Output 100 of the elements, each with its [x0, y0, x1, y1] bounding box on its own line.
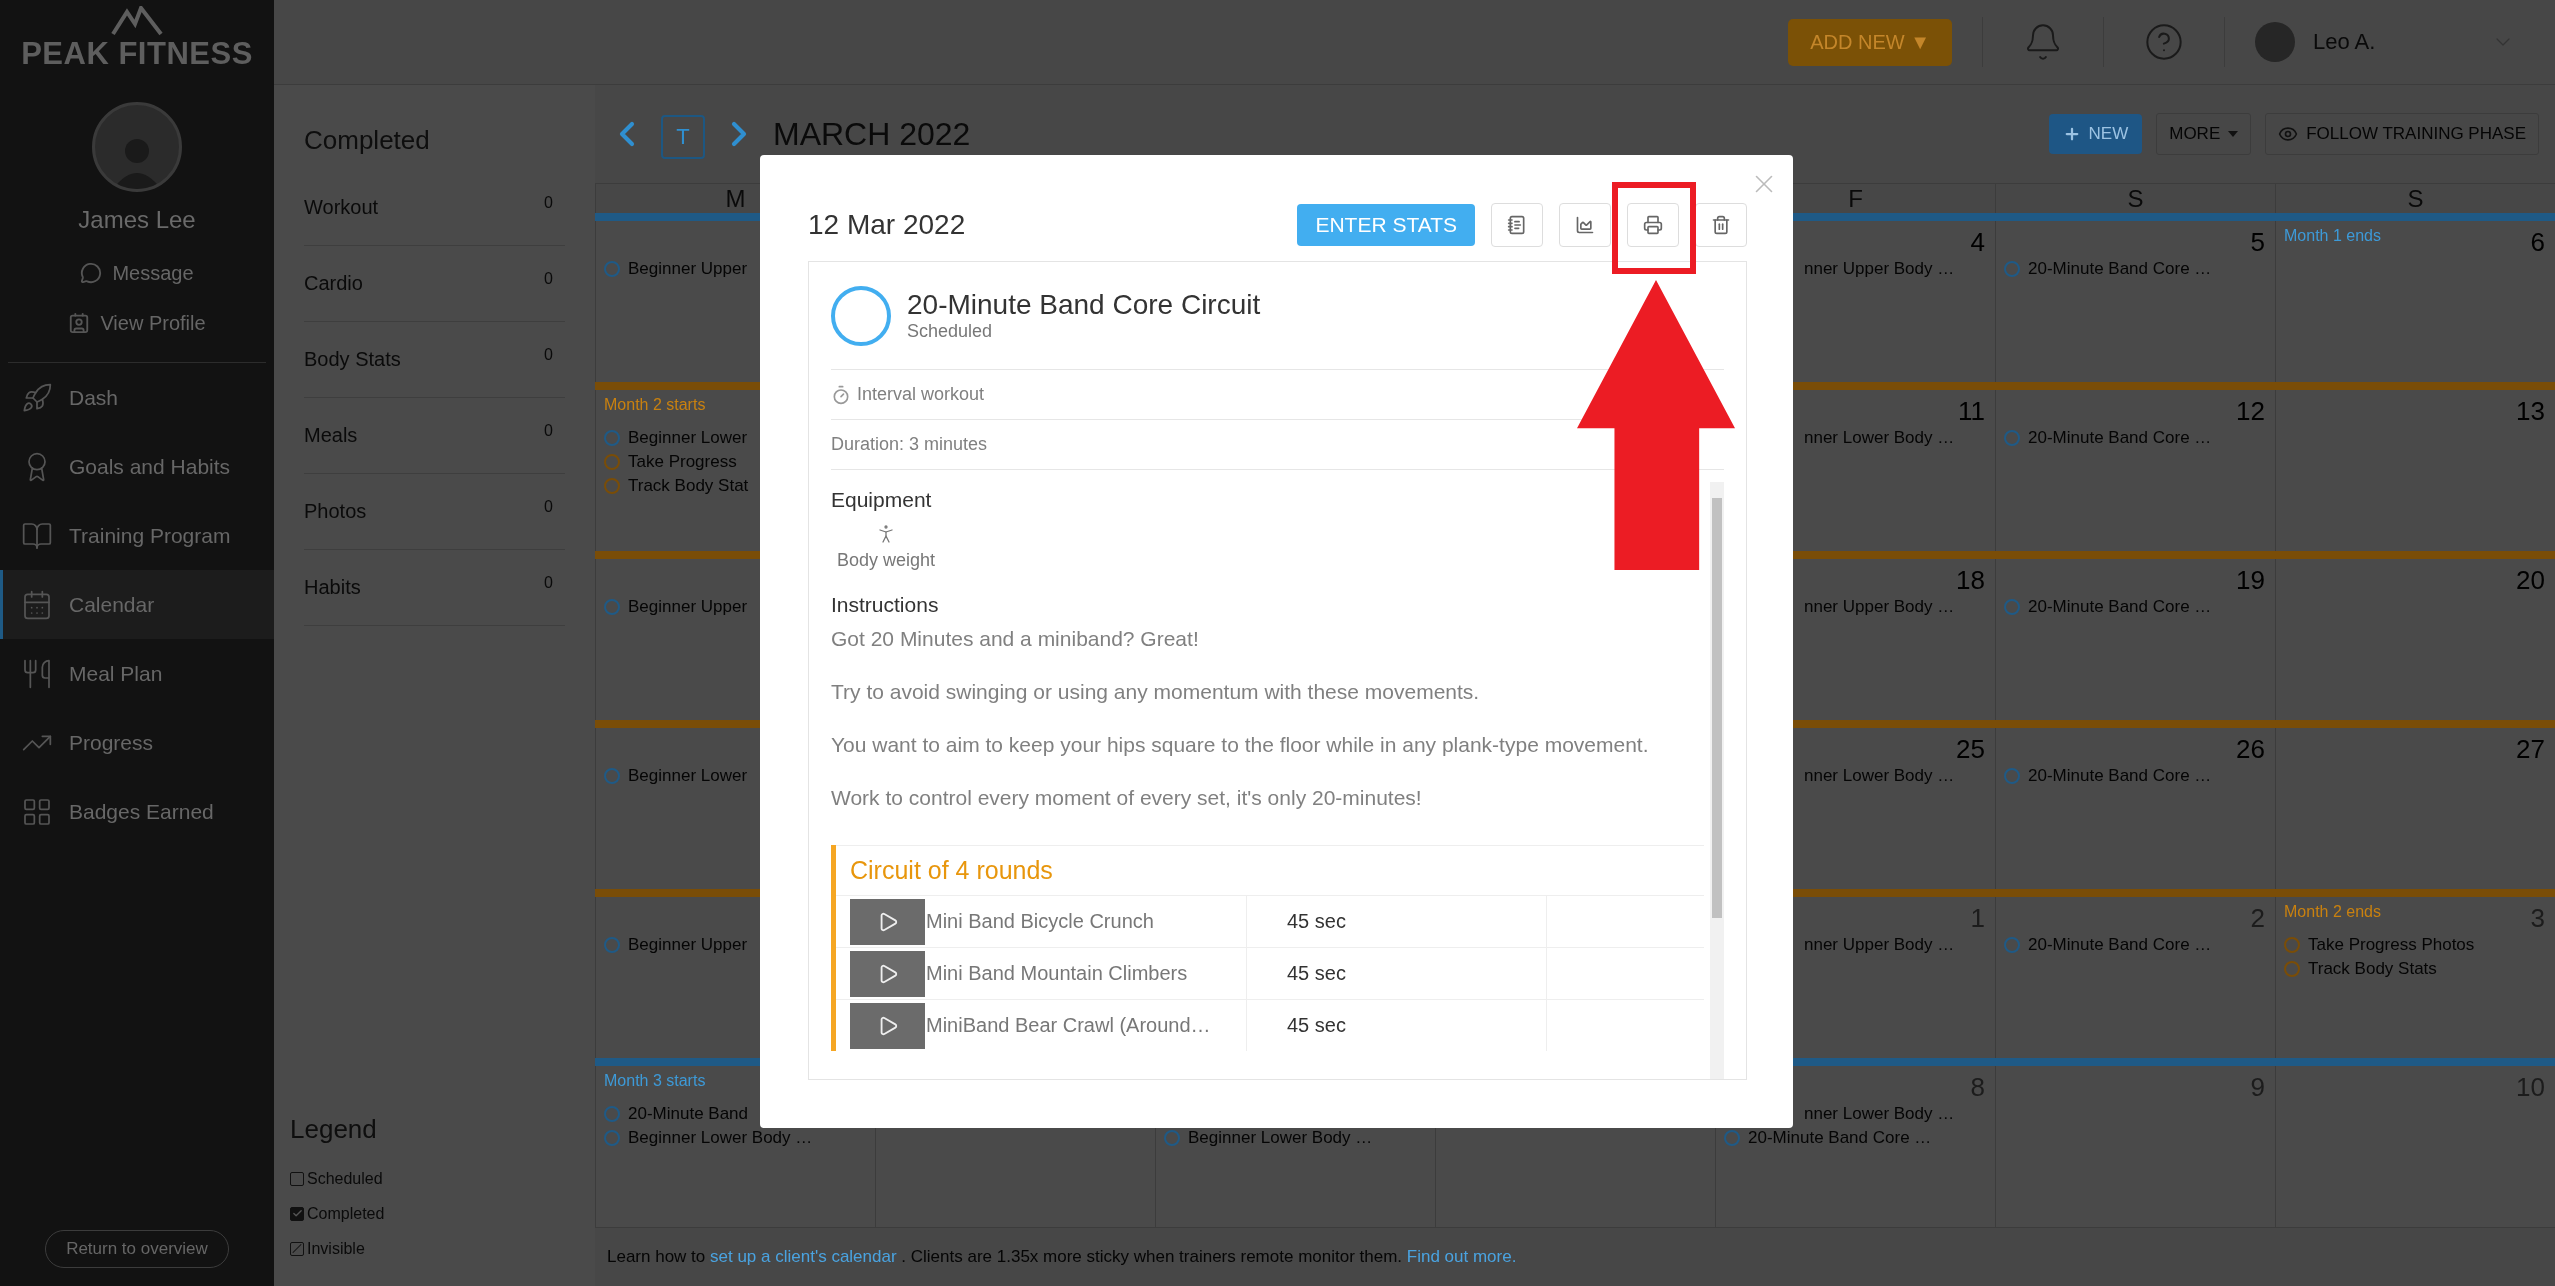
video-thumbnail[interactable]: [850, 1002, 925, 1049]
event-title[interactable]: Beginner Lower: [628, 766, 748, 786]
stat-label: Body Stats: [304, 348, 401, 371]
nav-item[interactable]: Training Program: [0, 501, 274, 570]
stat-count: 0: [544, 269, 553, 288]
event-title[interactable]: 20-Minute Band Core …: [2028, 935, 2212, 955]
event-title[interactable]: 20-Minute Band Core …: [2028, 259, 2212, 279]
event-title[interactable]: nner Upper Body …: [1804, 597, 1955, 617]
caret-icon: [2228, 131, 2239, 137]
date-number: 27: [2516, 734, 2545, 765]
event-title[interactable]: 20-Minute Band Core …: [2028, 597, 2212, 617]
nav-item[interactable]: Calendar: [0, 570, 274, 639]
stat-label: Cardio: [304, 272, 363, 295]
stat-label: Habits: [304, 576, 361, 599]
chart-icon: [1575, 215, 1595, 235]
message-link[interactable]: Message: [0, 248, 274, 298]
nav-item[interactable]: Dash: [0, 363, 274, 432]
stat-count: 0: [544, 193, 553, 212]
add-new-button[interactable]: ADD NEW ▼: [1788, 18, 1952, 66]
event-title[interactable]: nner Upper Body …: [1804, 259, 1955, 279]
stopwatch-icon: [831, 384, 851, 405]
event-title[interactable]: Beginner Upper: [628, 597, 748, 617]
logo-text: PEAK FITNESS: [21, 36, 253, 72]
event-title[interactable]: Beginner Lower Body …: [628, 1128, 813, 1148]
month-title: MARCH 2022: [773, 115, 972, 153]
stats-title: Completed: [304, 125, 431, 156]
user-avatar: [2255, 22, 2295, 62]
stat-label: Workout: [304, 196, 379, 219]
event-title[interactable]: Track Body Stat: [628, 476, 749, 496]
legend-title: Legend: [290, 1114, 378, 1145]
circuit-title: Circuit of 4 rounds: [836, 845, 1704, 895]
nav-item[interactable]: Progress: [0, 708, 274, 777]
date-number: 6: [2530, 227, 2545, 258]
event-title[interactable]: 20-Minute Band Core …: [2028, 428, 2212, 448]
video-thumbnail[interactable]: [850, 950, 925, 997]
phase-label: Month 3 starts: [604, 1072, 706, 1090]
event-title[interactable]: nner Upper Body …: [1804, 935, 1955, 955]
date-number: 20: [2516, 565, 2545, 596]
date-number: 11: [1958, 396, 1985, 427]
trash-icon: [1711, 215, 1731, 235]
event-title[interactable]: 20-Minute Band Core …: [1748, 1128, 1932, 1148]
rocket-icon: [21, 381, 53, 414]
event-title[interactable]: Take Progress: [628, 452, 737, 472]
contact-icon: [68, 312, 91, 334]
eye-icon: [2278, 124, 2299, 144]
footer-link[interactable]: Find out more.: [1406, 1247, 1517, 1266]
event-title[interactable]: Track Body Stats: [2308, 959, 2437, 979]
event-title[interactable]: Take Progress Photos: [2308, 935, 2475, 955]
event-title[interactable]: 20-Minute Band: [628, 1104, 749, 1124]
event-title[interactable]: nner Lower Body …: [1804, 766, 1955, 786]
chart-button[interactable]: [1559, 203, 1611, 247]
exercise-time: 45 sec: [1246, 948, 1546, 999]
day-header: S: [2407, 184, 2424, 213]
today-button[interactable]: T: [661, 115, 705, 159]
legend-label: Invisible: [307, 1239, 365, 1258]
footer-link[interactable]: set up a client's calendar: [710, 1247, 897, 1266]
footer-text: Learn how to set up a client's calendar . Clients are 1.35x more sticky when trainers remote monitor them. Find out more.: [607, 1247, 1517, 1267]
notepad-icon: [1507, 215, 1527, 235]
chat-icon: [80, 262, 103, 284]
user-name[interactable]: Leo A.: [2313, 29, 2473, 55]
day-header: S: [2127, 184, 2144, 213]
nav-item[interactable]: Badges Earned: [0, 777, 274, 846]
nav-item[interactable]: Meal Plan: [0, 639, 274, 708]
exercise-name: Mini Band Mountain Climbers: [926, 962, 1189, 985]
date-number: 13: [2516, 396, 2545, 427]
print-icon: [1643, 215, 1663, 235]
stat-label: Meals: [304, 424, 358, 447]
event-title[interactable]: Beginner Lower: [628, 428, 748, 448]
enter-stats-button[interactable]: ENTER STATS: [1297, 204, 1475, 246]
date-number: 25: [1956, 734, 1985, 765]
event-title[interactable]: Beginner Upper: [628, 259, 748, 279]
event-title[interactable]: Beginner Lower Body …: [1188, 1128, 1373, 1148]
follow-phase-button[interactable]: FOLLOW TRAINING PHASE: [2265, 113, 2539, 155]
date-number: 4: [1970, 227, 1985, 258]
event-title[interactable]: 20-Minute Band Core …: [2028, 766, 2212, 786]
stat-count: 0: [544, 497, 553, 516]
event-title[interactable]: nner Lower Body …: [1804, 428, 1955, 448]
profile-link[interactable]: View Profile: [0, 298, 274, 348]
phase-label: Month 2 ends: [2284, 903, 2381, 921]
workout-title: 20-Minute Band Core Circuit: [907, 289, 1261, 321]
legend-label: Completed: [307, 1204, 385, 1223]
print-button[interactable]: [1627, 203, 1679, 247]
event-title[interactable]: nner Lower Body …: [1804, 1104, 1955, 1124]
event-title[interactable]: Beginner Upper: [628, 935, 748, 955]
nav-item[interactable]: Goals and Habits: [0, 432, 274, 501]
stat-count: 0: [544, 421, 553, 440]
more-button[interactable]: MORE: [2156, 113, 2252, 155]
exercise-time: 45 sec: [1246, 1000, 1546, 1051]
delete-button[interactable]: [1695, 203, 1747, 247]
date-number: 5: [2250, 227, 2265, 258]
exercise-name: MiniBand Bear Crawl (Around…: [926, 1014, 1212, 1037]
stat-label: Photos: [304, 500, 367, 523]
phase-label: Month 1 ends: [2284, 227, 2381, 245]
date-number: 19: [2236, 565, 2265, 596]
new-button[interactable]: NEW: [2048, 114, 2143, 154]
calendar-icon: [21, 588, 53, 621]
notes-button[interactable]: [1491, 203, 1543, 247]
date-number: 18: [1956, 565, 1985, 596]
video-thumbnail[interactable]: [850, 898, 925, 945]
stat-count: 0: [544, 345, 553, 364]
